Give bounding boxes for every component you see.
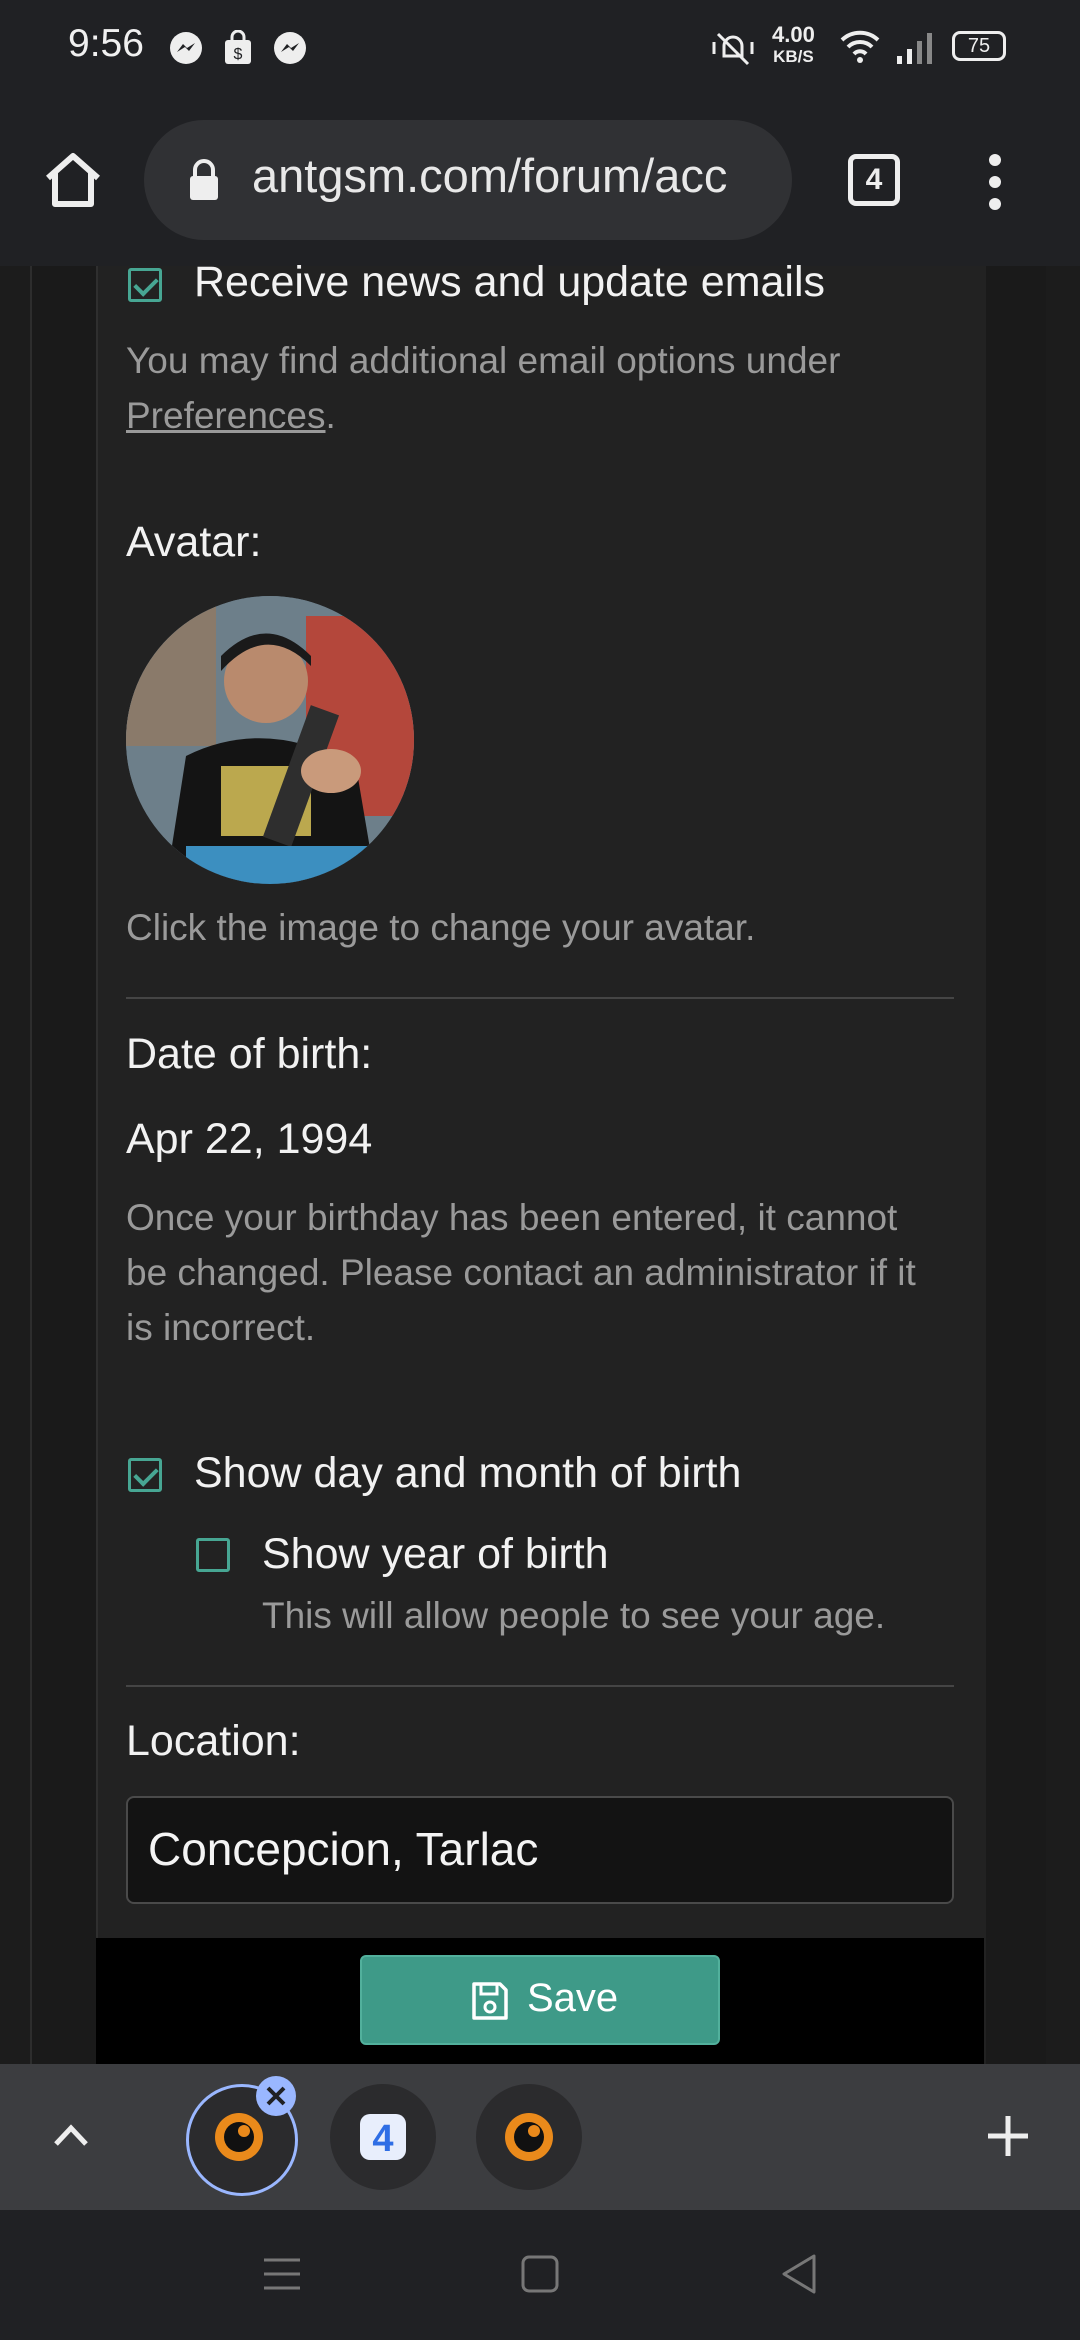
dob-label: Date of birth: — [126, 1030, 373, 1078]
vibrate-off-icon — [712, 32, 754, 66]
recent-apps-icon[interactable] — [262, 2254, 302, 2294]
email-hint-end: . — [325, 395, 336, 436]
net-speed: 4.00 KB/S — [772, 24, 815, 68]
page-margin-right — [986, 266, 1046, 2064]
show-year-hint: This will allow people to see your age. — [262, 1595, 886, 1636]
avatar-photo — [126, 596, 414, 884]
signal-icon — [897, 33, 932, 64]
news-emails-checkbox[interactable] — [128, 268, 162, 302]
preferences-link[interactable]: Preferences — [126, 395, 326, 436]
location-value[interactable]: Concepcion, Tarlac — [148, 1822, 538, 1876]
show-year-checkbox[interactable] — [196, 1538, 230, 1572]
dob-value: Apr 22, 1994 — [126, 1115, 373, 1163]
news-emails-label[interactable]: Receive news and update emails — [194, 258, 825, 307]
tab-3[interactable] — [476, 2084, 582, 2190]
avatar-label: Avatar: — [126, 518, 262, 566]
section-divider — [126, 997, 954, 999]
location-label: Location: — [126, 1717, 301, 1765]
show-day-month-checkbox[interactable] — [128, 1458, 162, 1492]
page-margin-left — [30, 266, 100, 2064]
tab-favicon-digit: 4 — [372, 2118, 393, 2160]
save-icon — [472, 1982, 508, 2020]
show-year-label[interactable]: Show year of birth — [262, 1530, 609, 1579]
close-tab-button[interactable] — [256, 2076, 296, 2116]
lock-icon — [190, 159, 218, 200]
status-time: 9:56 — [68, 22, 144, 65]
back-icon[interactable] — [778, 2252, 818, 2296]
shopping-bag-icon: $ — [225, 30, 251, 64]
email-hint-text: You may find additional email options un… — [126, 340, 841, 381]
email-options-hint: You may find additional email options un… — [126, 333, 946, 443]
messenger-icon — [274, 32, 306, 64]
tab-count: 4 — [865, 163, 883, 196]
show-day-month-label[interactable]: Show day and month of birth — [194, 1449, 741, 1498]
tab-2[interactable]: 4 — [330, 2084, 436, 2190]
save-button-label[interactable]: Save — [527, 1976, 618, 2021]
tab-favicon — [505, 2113, 553, 2161]
home-nav-icon[interactable] — [520, 2254, 560, 2294]
chevron-up-icon[interactable] — [50, 2116, 92, 2152]
home-icon[interactable] — [40, 148, 106, 212]
wifi-icon — [840, 30, 880, 63]
new-tab-icon[interactable] — [984, 2112, 1032, 2160]
net-speed-value: 4.00 — [772, 22, 815, 47]
dob-hint: Once your birthday has been entered, it … — [126, 1197, 916, 1348]
avatar-hint: Click the image to change your avatar. — [126, 907, 756, 948]
more-options-icon[interactable] — [980, 150, 1010, 214]
tab-switcher-button[interactable]: 4 — [848, 154, 900, 206]
url-text[interactable]: antgsm.com/forum/acc — [252, 148, 772, 203]
messenger-icon — [170, 32, 202, 64]
svg-text:$: $ — [234, 46, 243, 63]
battery-level: 75 — [967, 35, 991, 57]
avatar[interactable] — [126, 596, 414, 884]
section-divider — [126, 1685, 954, 1687]
tab-favicon: 4 — [360, 2114, 406, 2160]
battery-icon: 75 — [952, 31, 1006, 61]
close-icon — [266, 2086, 286, 2106]
net-speed-unit: KB/S — [773, 47, 814, 66]
